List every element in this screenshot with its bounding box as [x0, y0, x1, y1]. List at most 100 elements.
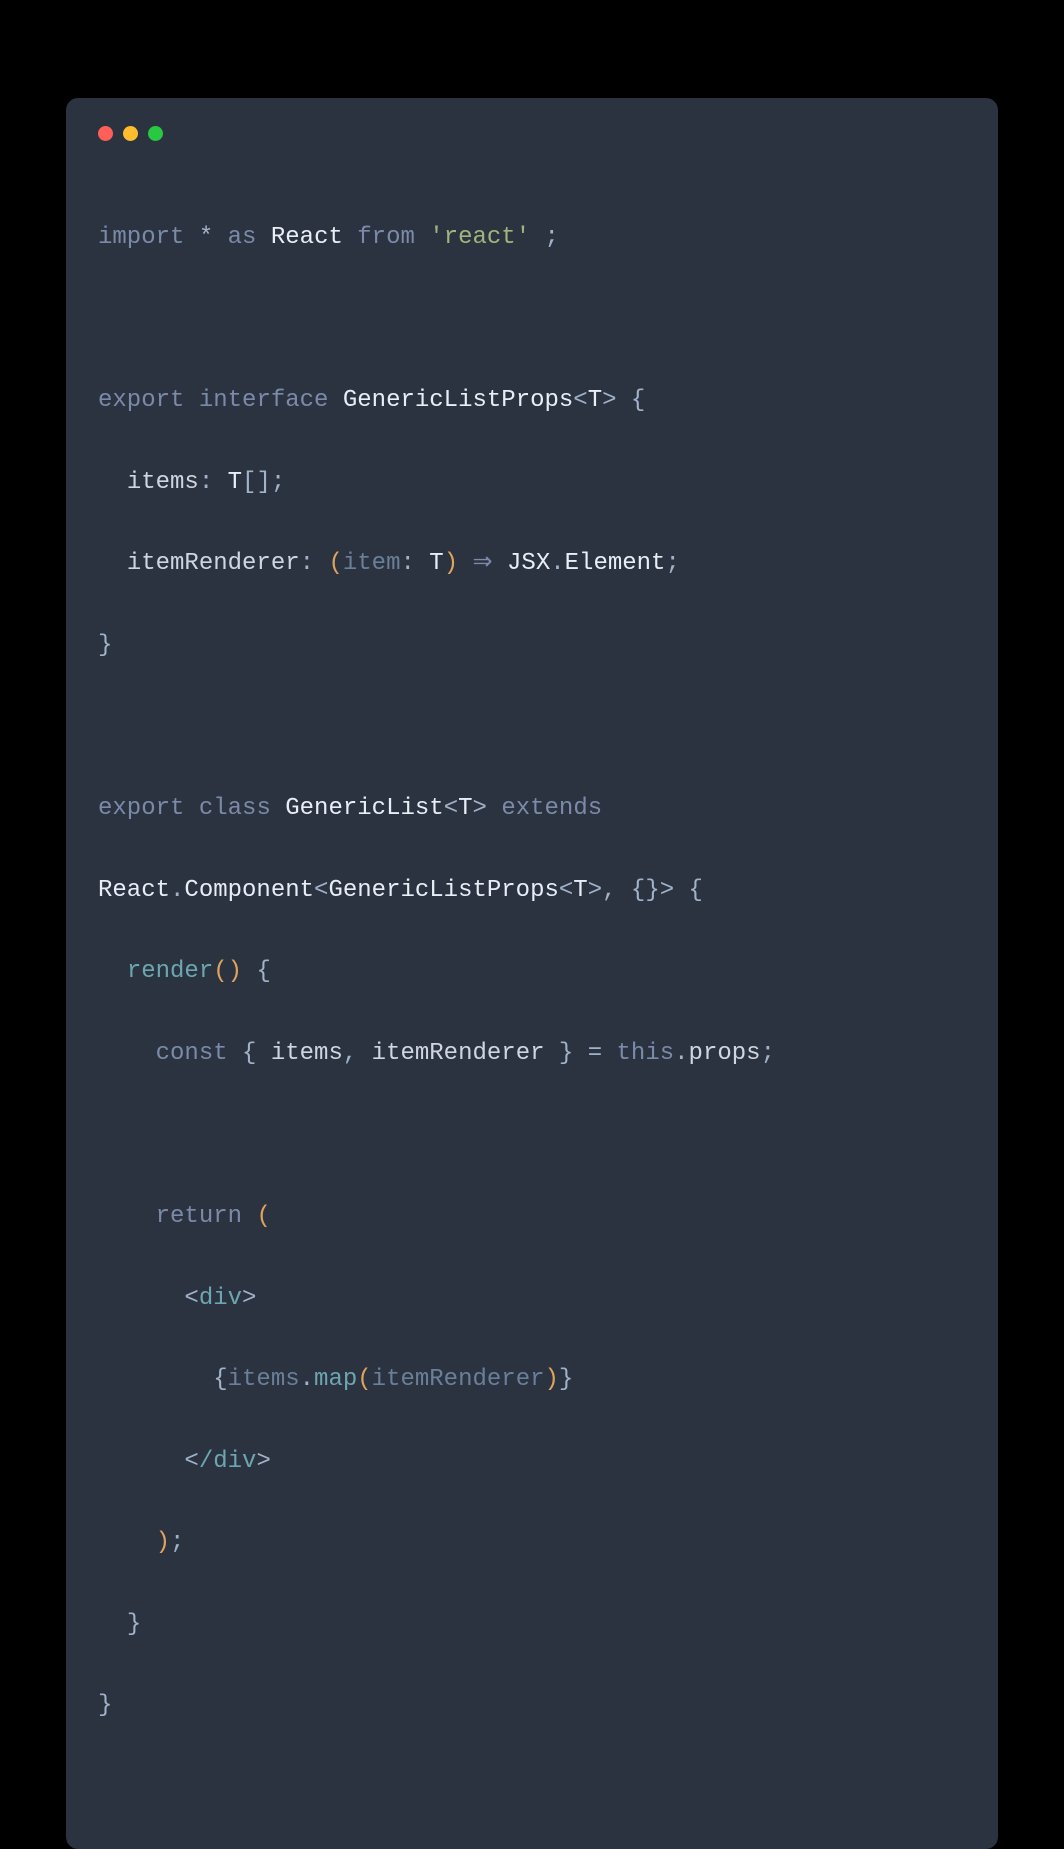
jsx-open-gt: > [242, 1285, 256, 1312]
dot: . [300, 1366, 314, 1393]
string-react: 'react' [429, 224, 530, 251]
indent [98, 1448, 184, 1475]
brackets: [] [242, 469, 271, 496]
indent [98, 1611, 127, 1638]
paren-close: ) [228, 958, 242, 985]
prop-props: props [689, 1040, 761, 1067]
brace-open: { [242, 1040, 256, 1067]
type-t: T [588, 387, 602, 414]
indent [98, 1203, 156, 1230]
comma: , [602, 877, 616, 904]
prop-itemrenderer: itemRenderer [127, 550, 300, 577]
code-line: export interface GenericListProps<T> { [98, 381, 966, 422]
brace-close: } [127, 1611, 141, 1638]
operator-star: * [199, 224, 213, 251]
identifier-genericlistprops: GenericListProps [328, 877, 558, 904]
param-item: item [343, 550, 401, 577]
dot: . [170, 877, 184, 904]
keyword-interface: interface [199, 387, 329, 414]
brace-close: } [98, 632, 112, 659]
code-block: import * as React from 'react' ; export … [98, 177, 966, 1809]
window-titlebar [98, 126, 966, 141]
keyword-return: return [156, 1203, 242, 1230]
jsx-open-lt: < [184, 1285, 198, 1312]
minimize-icon[interactable] [123, 126, 138, 141]
angle-close: > [660, 877, 674, 904]
code-line: {items.map(itemRenderer)} [98, 1360, 966, 1401]
identifier-items: items [228, 1366, 300, 1393]
indent [98, 1285, 184, 1312]
code-line: itemRenderer: (item: T) ⇒ JSX.Element; [98, 544, 966, 585]
keyword-this: this [617, 1040, 675, 1067]
code-line: </div> [98, 1442, 966, 1483]
semicolon: ; [761, 1040, 775, 1067]
brace-close: } [98, 1692, 112, 1719]
angle-open: < [444, 795, 458, 822]
jsx-expr-close: } [559, 1366, 573, 1393]
indent [98, 469, 127, 496]
method-render: render [127, 958, 213, 985]
equals: = [588, 1040, 602, 1067]
type-t: T [458, 795, 472, 822]
jsx-close-lt: < [184, 1448, 198, 1475]
prop-items: items [127, 469, 199, 496]
code-line: import * as React from 'react' ; [98, 218, 966, 259]
code-blank-line [98, 707, 966, 748]
jsx-div-close: /div [199, 1448, 257, 1475]
keyword-export: export [98, 795, 184, 822]
brace-open: { [631, 387, 645, 414]
identifier-react: React [271, 224, 343, 251]
indent [98, 1366, 213, 1393]
paren-close: ) [156, 1529, 170, 1556]
angle-close: > [588, 877, 602, 904]
code-line: React.Component<GenericListProps<T>, {}>… [98, 871, 966, 912]
paren-open: ( [328, 550, 342, 577]
angle-open: < [314, 877, 328, 904]
semicolon: ; [545, 224, 559, 251]
identifier-itemrenderer: itemRenderer [372, 1366, 545, 1393]
code-window: import * as React from 'react' ; export … [66, 98, 998, 1849]
identifier-jsx: JSX [507, 550, 550, 577]
type-t: T [429, 550, 443, 577]
dot: . [550, 550, 564, 577]
brace-close: } [559, 1040, 573, 1067]
indent [98, 1040, 156, 1067]
identifier-component: Component [184, 877, 314, 904]
paren-close: ) [545, 1366, 559, 1393]
code-line: } [98, 1686, 966, 1727]
keyword-extends: extends [501, 795, 602, 822]
angle-close: > [602, 387, 616, 414]
semicolon: ; [170, 1529, 184, 1556]
jsx-div: div [199, 1285, 242, 1312]
empty-obj: {} [631, 877, 660, 904]
keyword-as: as [228, 224, 257, 251]
semicolon: ; [665, 550, 679, 577]
colon: : [400, 550, 414, 577]
keyword-from: from [357, 224, 415, 251]
angle-open: < [573, 387, 587, 414]
identifier-react: React [98, 877, 170, 904]
maximize-icon[interactable] [148, 126, 163, 141]
comma: , [343, 1040, 357, 1067]
paren-open: ( [256, 1203, 270, 1230]
code-line: items: T[]; [98, 463, 966, 504]
code-line: <div> [98, 1279, 966, 1320]
close-icon[interactable] [98, 126, 113, 141]
code-line: } [98, 1605, 966, 1646]
dot: . [674, 1040, 688, 1067]
code-line: export class GenericList<T> extends [98, 789, 966, 830]
code-line: render() { [98, 952, 966, 993]
destruct-items: items [271, 1040, 343, 1067]
identifier-element: Element [565, 550, 666, 577]
code-line: ); [98, 1523, 966, 1564]
semicolon: ; [271, 469, 285, 496]
method-map: map [314, 1366, 357, 1393]
code-line: } [98, 626, 966, 667]
code-blank-line [98, 1115, 966, 1156]
code-blank-line [98, 299, 966, 340]
paren-close: ) [444, 550, 458, 577]
angle-close: > [473, 795, 487, 822]
type-t: T [573, 877, 587, 904]
colon: : [300, 550, 314, 577]
keyword-const: const [156, 1040, 228, 1067]
